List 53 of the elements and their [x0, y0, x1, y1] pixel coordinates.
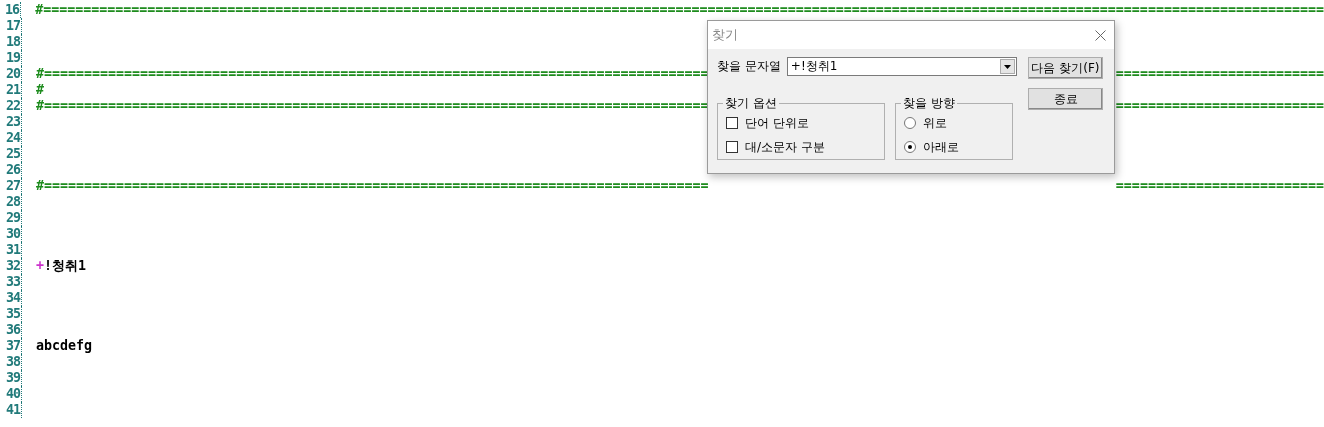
code-text: ==========================: [1115, 66, 1324, 82]
radio-label[interactable]: 위로: [923, 114, 947, 132]
line-number: 34: [0, 290, 22, 306]
line-number: 31: [0, 242, 22, 258]
line-number: 25: [0, 146, 22, 162]
group-title: 찾을 방향: [902, 95, 956, 112]
line-number: 36: [0, 322, 22, 338]
radio-button[interactable]: [904, 117, 916, 129]
line-number: 24: [0, 130, 22, 146]
dialog-title: 찾기: [712, 26, 738, 44]
checkbox-label[interactable]: 단어 단위로: [745, 114, 809, 132]
radio-button[interactable]: [904, 141, 916, 153]
line-number: 20: [0, 66, 22, 82]
line-number: 41: [0, 402, 22, 418]
line-number: 35: [0, 306, 22, 322]
line-number: 33: [0, 274, 22, 290]
code-text: ==========================: [1115, 178, 1324, 194]
line-number: 30: [0, 226, 22, 242]
close-icon[interactable]: [1095, 29, 1106, 41]
code-text: ==========================: [1115, 98, 1324, 114]
line-number: 22: [0, 98, 22, 114]
line-number: 18: [0, 34, 22, 50]
checkbox[interactable]: [726, 117, 738, 129]
line-number: 17: [0, 18, 22, 34]
code-text: #: [36, 82, 44, 98]
search-label: 찾을 문자열: [717, 58, 781, 75]
checkbox[interactable]: [726, 141, 738, 153]
line-number: 32: [0, 258, 22, 274]
code-text: #===================================================================================: [36, 178, 709, 194]
line-number: 21: [0, 82, 22, 98]
code-text: #===================================================================================: [36, 66, 709, 82]
search-combobox[interactable]: +!청취1: [786, 57, 1017, 76]
code-text: #===================================================================================: [36, 98, 709, 114]
line-number: 26: [0, 162, 22, 178]
radio-label[interactable]: 아래로: [923, 138, 959, 156]
find-next-button[interactable]: 다음 찾기(F): [1028, 57, 1103, 79]
line-number: 38: [0, 354, 22, 370]
code-text: +: [36, 258, 44, 274]
line-number: 29: [0, 210, 22, 226]
line-number: 28: [0, 194, 22, 210]
line-number: 39: [0, 370, 22, 386]
line-number: 23: [0, 114, 22, 130]
line-number: 16: [0, 2, 22, 18]
line-number: 37: [0, 338, 22, 354]
line-number: 27: [0, 178, 22, 194]
close-button[interactable]: 종료: [1028, 88, 1103, 110]
line-number: 19: [0, 50, 22, 66]
code-text: #================================================================================================================================================================: [35, 2, 1324, 18]
code-text: abcdefg: [36, 338, 93, 354]
code-text: !청취1: [44, 258, 87, 274]
checkbox-label[interactable]: 대/소문자 구분: [745, 138, 825, 156]
line-number: 40: [0, 386, 22, 402]
group-title: 찾기 옵션: [724, 95, 778, 112]
